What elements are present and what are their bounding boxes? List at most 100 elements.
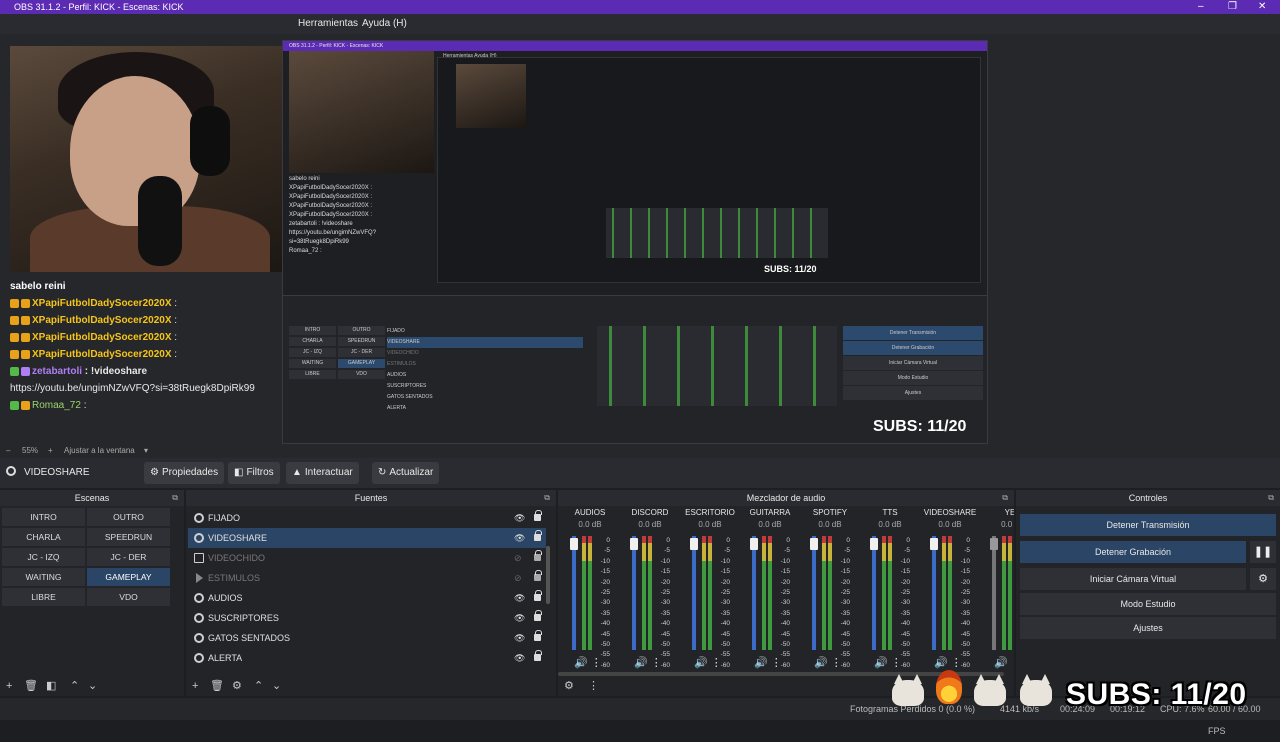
sources-scrollbar[interactable] [546,546,550,604]
fit-window-button[interactable]: Ajustar a la ventana [64,444,135,458]
maximize-icon[interactable]: ❐ [1228,0,1237,14]
kebab-menu-icon[interactable]: ⋮ [591,657,602,669]
source-estimulos[interactable]: ESTIMULOS ⊘ [188,568,546,588]
interact-button[interactable]: ▲ Interactuar [286,462,359,484]
speaker-icon[interactable]: 🔊 [634,657,648,669]
add-scene-icon[interactable]: + [6,676,12,696]
volume-fader[interactable] [872,536,876,650]
speaker-icon[interactable]: 🔊 [574,657,588,669]
eye-icon[interactable]: 👁 [514,508,525,528]
scene-intro[interactable]: INTRO [2,508,85,526]
scene-waiting[interactable]: WAITING [2,568,85,586]
eye-icon[interactable]: 👁 [514,608,525,628]
volume-fader[interactable] [752,536,756,650]
undock-icon[interactable]: ⧉ [1268,490,1274,506]
fader-knob[interactable] [930,538,938,550]
source-audios[interactable]: AUDIOS 👁 [188,588,546,608]
kebab-menu-icon[interactable]: ⋮ [711,657,722,669]
kebab-menu-icon[interactable]: ⋮ [588,676,599,696]
fader-knob[interactable] [810,538,818,550]
scene-gameplay[interactable]: GAMEPLAY [87,568,170,586]
preview-canvas[interactable]: sabelo reini XPapiFutbolDadySocer2020X :… [0,34,1280,444]
undock-icon[interactable]: ⧉ [544,490,550,506]
eye-icon[interactable]: 👁 [514,648,525,668]
volume-fader[interactable] [692,536,696,650]
lock-icon[interactable] [534,530,542,541]
close-icon[interactable]: ✕ [1258,0,1266,14]
gear-icon[interactable]: ⚙ [232,676,242,696]
pause-icon[interactable]: ❚❚ [1250,541,1276,563]
lock-icon[interactable] [534,590,542,601]
lock-icon[interactable] [534,550,542,561]
source-gatos-sentados[interactable]: GATOS SENTADOS 👁 [188,628,546,648]
volume-fader[interactable] [992,536,996,650]
eye-hidden-icon[interactable]: ⊘ [514,568,522,588]
eye-icon[interactable]: 👁 [514,528,525,548]
fader-knob[interactable] [570,538,578,550]
move-down-icon[interactable]: ⌄ [272,676,281,696]
source-fijado[interactable]: FIJADO 👁 [188,508,546,528]
menu-item-tools[interactable]: Herramientas [298,14,358,34]
advanced-audio-icon[interactable]: ⚙ [564,676,574,696]
gear-icon[interactable]: ⚙ [1250,568,1276,590]
scene-speedrun[interactable]: SPEEDRUN [87,528,170,546]
add-source-icon[interactable]: + [192,676,198,696]
eye-icon[interactable]: 👁 [514,588,525,608]
start-virtual-camera-button[interactable]: Iniciar Cámara Virtual [1020,568,1246,590]
lock-icon[interactable] [534,610,542,621]
undock-icon[interactable]: ⧉ [1002,490,1008,506]
chevron-down-icon[interactable]: ▾ [144,444,148,458]
studio-mode-button[interactable]: Modo Estudio [1020,593,1276,615]
lock-icon[interactable] [534,650,542,661]
kebab-menu-icon[interactable]: ⋮ [651,657,662,669]
zoom-in-icon[interactable]: + [48,444,53,458]
speaker-icon[interactable]: 🔊 [754,657,768,669]
source-videoshare[interactable]: VIDEOSHARE 👁 [188,528,546,548]
properties-button[interactable]: ⚙ Propiedades [144,462,225,484]
fader-knob[interactable] [630,538,638,550]
zoom-out-icon[interactable]: – [6,444,10,458]
scene-charla[interactable]: CHARLA [2,528,85,546]
eye-icon[interactable]: 👁 [514,628,525,648]
scene-jc-der[interactable]: JC - DER [87,548,170,566]
filters-button[interactable]: ◧ Filtros [228,462,280,484]
settings-button[interactable]: Ajustes [1020,617,1276,639]
scene-vdo[interactable]: VDO [87,588,170,606]
filter-icon[interactable]: ◧ [46,676,56,696]
volume-fader[interactable] [572,536,576,650]
volume-fader[interactable] [932,536,936,650]
source-suscriptores[interactable]: SUSCRIPTORES 👁 [188,608,546,628]
kebab-menu-icon[interactable]: ⋮ [831,657,842,669]
lock-icon[interactable] [534,570,542,581]
eye-hidden-icon[interactable]: ⊘ [514,548,522,568]
fader-knob[interactable] [870,538,878,550]
lock-icon[interactable] [534,510,542,521]
speaker-icon[interactable]: 🔊 [934,657,948,669]
stop-stream-button[interactable]: Detener Transmisión [1020,514,1276,536]
volume-fader[interactable] [632,536,636,650]
minimize-icon[interactable]: – [1198,0,1204,14]
menu-item-help[interactable]: Ayuda (H) [362,14,407,34]
kebab-menu-icon[interactable]: ⋮ [951,657,962,669]
undock-icon[interactable]: ⧉ [172,490,178,506]
fader-knob[interactable] [690,538,698,550]
scene-libre[interactable]: LIBRE [2,588,85,606]
speaker-icon[interactable]: 🔊 [814,657,828,669]
stop-recording-button[interactable]: Detener Grabación [1020,541,1246,563]
fader-knob[interactable] [990,538,998,550]
speaker-icon[interactable]: 🔊 [874,657,888,669]
source-videochido[interactable]: VIDEOCHIDO ⊘ [188,548,546,568]
speaker-icon[interactable]: 🔊 [694,657,708,669]
move-up-icon[interactable]: ⌃ [70,676,79,696]
remove-scene-icon[interactable]: 🗑 [24,676,38,696]
remove-source-icon[interactable]: 🗑 [210,676,224,696]
fader-knob[interactable] [750,538,758,550]
move-up-icon[interactable]: ⌃ [254,676,263,696]
volume-fader[interactable] [812,536,816,650]
scene-jc-izq[interactable]: JC - IZQ [2,548,85,566]
refresh-button[interactable]: ↻ Actualizar [372,462,440,484]
lock-icon[interactable] [534,630,542,641]
kebab-menu-icon[interactable]: ⋮ [771,657,782,669]
scene-outro[interactable]: OUTRO [87,508,170,526]
source-alerta[interactable]: ALERTA 👁 [188,648,546,668]
